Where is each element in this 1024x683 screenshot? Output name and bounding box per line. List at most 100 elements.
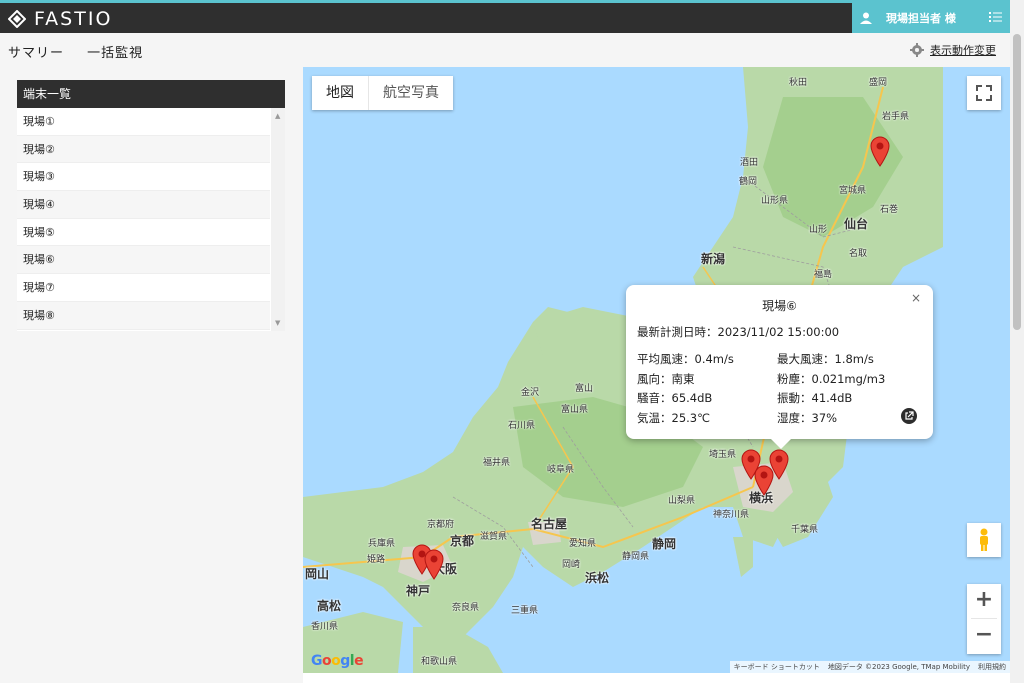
map-place-label: 山形 [809,225,828,235]
map-place-label: 千葉県 [791,525,819,535]
logo-mark-icon [8,10,26,28]
nav-bulk-monitor[interactable]: 一括監視 [87,46,143,61]
user-icon [860,12,872,24]
map-place-label: 岩手県 [882,112,910,122]
map-place-label: 岐阜県 [547,465,575,475]
nav-links: サマリー 一括監視 [8,42,161,61]
map-attribution: キーボード ショートカット 地図データ ©2023 Google, TMap M… [729,661,1010,673]
display-settings-link[interactable]: 表示動作変更 [910,42,996,58]
zoom-out-button[interactable]: − [967,619,1001,653]
zoom-control: + − [967,584,1001,654]
wind-direction: 風向：南東 [637,371,695,386]
humidity: 湿度：37% [777,410,838,425]
measurement-row: 騒音：65.4dB 振動：41.4dB [637,390,917,410]
sub-navigation: サマリー 一括監視 表示動作変更 [0,33,1010,67]
open-external-icon[interactable] [901,408,917,424]
map-place-label: 神戸 [406,584,431,598]
device-list-title: 端末一覧 [17,80,285,108]
map-place-label: 宮城県 [839,186,867,196]
map-place-label: 石巻 [880,205,899,215]
map-place-label: 埼玉県 [709,450,737,460]
map-place-label: 富山 [575,384,594,394]
map-place-label: 福島 [814,270,833,280]
page-scrollbar-thumb[interactable] [1013,34,1021,330]
gear-icon [910,43,924,57]
scroll-down-icon[interactable]: ▼ [275,319,280,327]
map-place-label: 和歌山県 [421,657,458,667]
fullscreen-button[interactable] [967,76,1001,110]
vibration-level: 振動：41.4dB [777,391,853,405]
device-item[interactable]: 現場⑦ [17,274,270,302]
user-label: 現場担当者 様 [886,12,956,25]
scroll-up-icon[interactable]: ▲ [275,112,280,120]
map-place-label: 仙台 [844,217,869,231]
map-type-control: 地図 航空写真 [312,76,453,110]
device-item[interactable]: 現場③ [17,163,270,192]
user-menu[interactable]: 現場担当者 様 [852,3,1010,33]
measurement-row: 平均風速：0.4m/s 最大風速：1.8m/s [637,351,917,371]
map-place-label: 京都 [450,534,475,548]
map-place-label: 山形県 [761,196,789,206]
map-type-satellite-button[interactable]: 航空写真 [369,76,453,110]
google-logo[interactable]: Google [311,653,364,669]
nav-summary[interactable]: サマリー [8,46,64,61]
device-item[interactable]: 現場① [17,108,270,136]
noise-level: 騒音：65.4dB [637,391,713,405]
dust-level: 粉塵：0.021mg/m3 [777,371,886,386]
map-place-label: 富山県 [561,405,589,415]
device-item[interactable]: 現場⑥ [17,246,270,275]
device-list: 現場① 現場② 現場③ 現場④ 現場⑤ 現場⑥ 現場⑦ 現場⑧ ▲ ▼ [17,108,285,331]
map-place-label: 岡崎 [562,560,581,570]
map-place-label: 奈良県 [452,603,480,613]
avg-wind-speed: 平均風速：0.4m/s [637,352,734,366]
map-view[interactable]: 秋田 盛岡 岩手県 酒田 鶴岡 宮城県 山形県 石巻 仙台 山形 名取 新潟 福島 金沢 富山 富山県 石川県福… [303,67,1010,673]
popup-measurements: 平均風速：0.4m/s 最大風速：1.8m/s 風向：南東 粉塵：0.021mg… [637,351,917,429]
device-item[interactable]: 現場④ [17,191,270,219]
map-place-label: 姫路 [367,555,386,565]
popup-title: 現場⑥ [762,299,797,313]
measurement-row: 気温：25.3℃ 湿度：37% [637,410,917,430]
marker-pin-icon[interactable] [753,464,775,496]
map-place-label: 三重県 [511,606,539,616]
device-item[interactable]: 現場⑧ [17,301,270,330]
temperature: 気温：25.3℃ [637,410,711,425]
max-wind-speed: 最大風速：1.8m/s [777,352,874,366]
map-place-label: 秋田 [789,78,808,88]
marker-pin-icon[interactable] [869,135,891,167]
map-place-label: 鶴岡 [739,177,758,187]
site-info-popup: 現場⑥ × 最新計測日時：2023/11/02 15:00:00 平均風速：0.… [626,285,933,449]
map-place-label: 新潟 [701,252,726,266]
page-scrollbar[interactable] [1010,0,1024,683]
terms-link[interactable]: 利用規約 [974,661,1010,673]
zoom-in-button[interactable]: + [967,584,1001,618]
app-logo[interactable]: FASTIO [8,6,112,32]
map-place-label: 香川県 [311,622,339,632]
device-list-scrollbar[interactable]: ▲ ▼ [271,108,285,331]
fullscreen-icon [976,85,992,101]
keyboard-shortcuts-link[interactable]: キーボード ショートカット [730,661,824,673]
logo-text: FASTIO [34,8,113,30]
marker-pin-icon[interactable] [423,548,445,580]
map-place-label: 兵庫県 [368,539,396,549]
map-place-label: 盛岡 [869,78,888,88]
map-place-label: 京都府 [427,520,455,530]
map-place-label: 岡山 [305,567,330,581]
map-place-label: 静岡県 [622,552,650,562]
map-place-label: 山梨県 [668,496,696,506]
map-place-label: 石川県 [508,421,536,431]
street-view-button[interactable] [967,523,1001,557]
measurement-row: 風向：南東 粉塵：0.021mg/m3 [637,371,917,391]
map-place-label: 静岡 [652,537,677,551]
map-type-roadmap-button[interactable]: 地図 [312,76,369,110]
map-place-label: 名取 [849,249,868,259]
map-place-label: 酒田 [740,158,759,168]
display-settings-label: 表示動作変更 [930,44,996,57]
map-place-label: 愛知県 [569,539,597,549]
list-menu-icon[interactable] [989,11,1002,23]
map-place-label: 金沢 [521,388,540,398]
external-link-icon [905,411,914,420]
device-item[interactable]: 現場② [17,135,270,164]
close-icon[interactable]: × [911,291,921,305]
device-item[interactable]: 現場⑤ [17,219,270,247]
map-place-label: 滋賀県 [480,532,508,542]
